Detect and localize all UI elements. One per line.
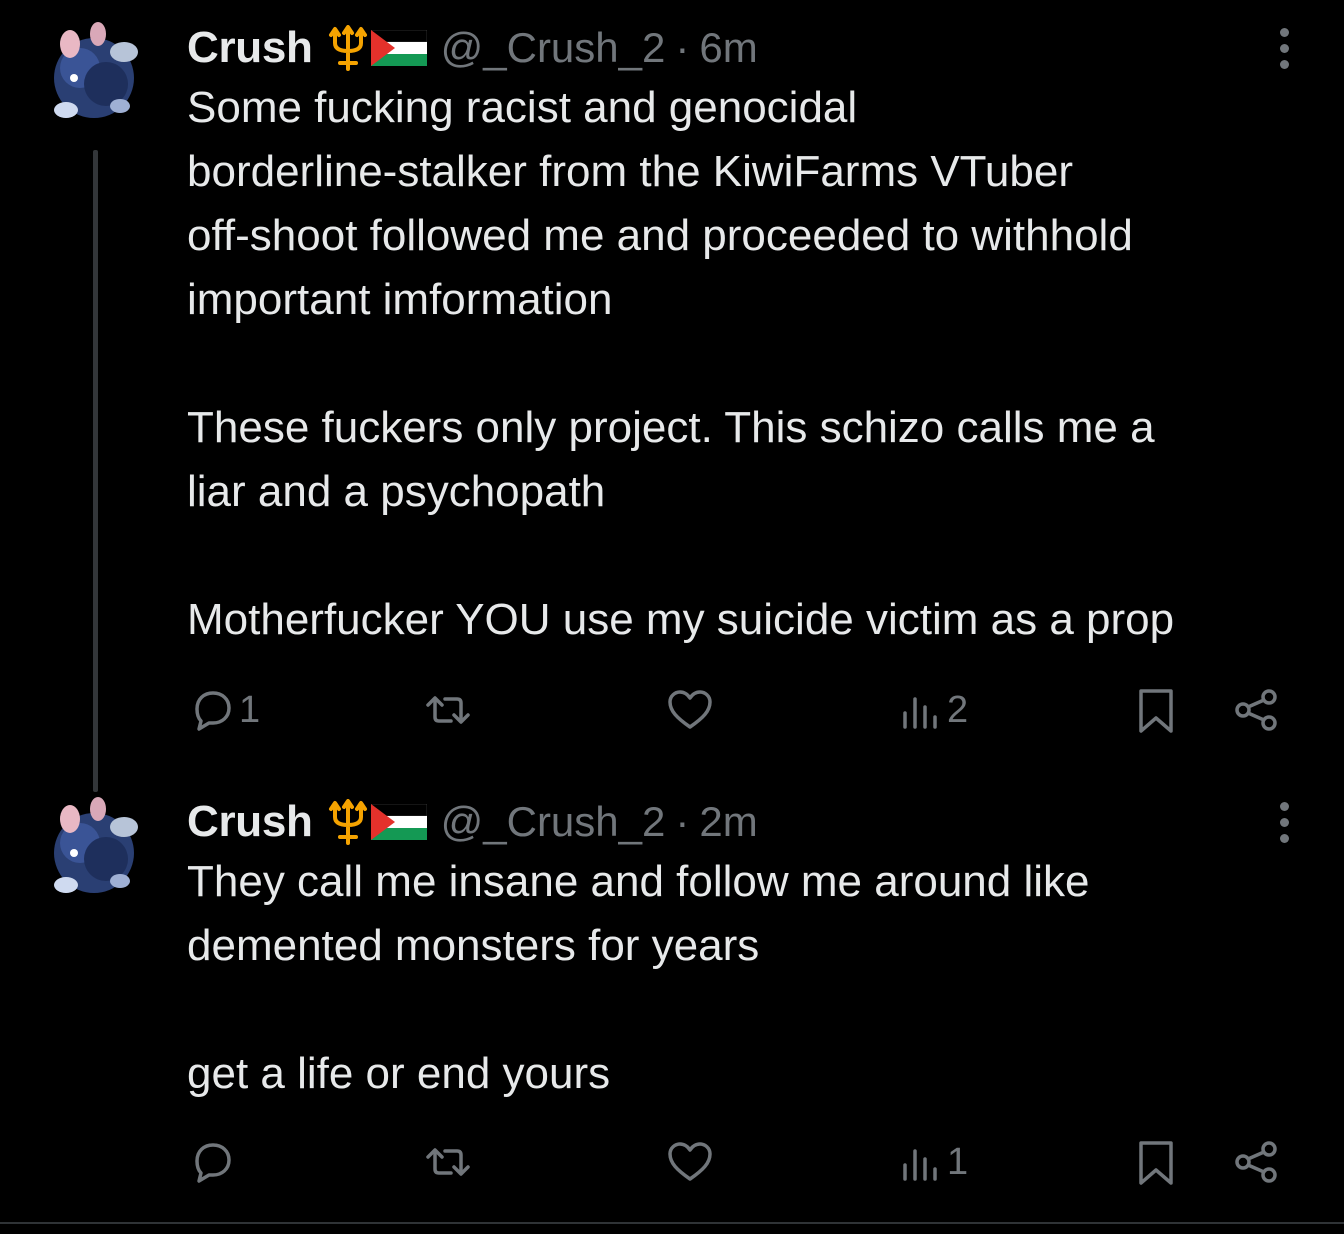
tweet-text: Some fucking racist and genocidal border… [187,83,1175,644]
bookmark-icon [1139,1141,1173,1185]
more-dot-icon [1279,43,1289,53]
action-bar: 1 2 [187,682,1297,738]
more-dot-icon [1279,27,1289,37]
tweet-header: Crush @_Crush_2 · 6m [187,20,758,76]
bookmark-icon [1139,689,1173,733]
reply-icon [195,1143,231,1183]
heart-icon [668,1142,712,1181]
repost-button[interactable] [423,682,473,738]
repost-icon [426,696,470,724]
user-handle[interactable]: @_Crush_2 [441,24,666,72]
more-dot-icon [1279,801,1289,811]
tweet[interactable]: Crush @_Crush_2 · 6m Some fucking racist… [0,0,1344,792]
more-dot-icon [1279,59,1289,69]
like-button[interactable] [665,1134,715,1190]
trident-emoji-icon [327,25,369,71]
more-dot-icon [1279,817,1289,827]
palestine-flag-icon [370,804,427,840]
display-name[interactable]: Crush [187,797,313,847]
share-button[interactable] [1231,682,1281,738]
reply-button[interactable] [187,1134,239,1190]
share-button[interactable] [1231,1134,1281,1190]
bookmark-button[interactable] [1131,682,1181,738]
views-button[interactable]: 2 [895,682,968,738]
display-name[interactable]: Crush [187,23,313,73]
tweet-header: Crush @_Crush_2 · 2m [187,794,758,850]
tweet[interactable]: Crush @_Crush_2 · 2m They call me insane… [0,770,1344,1222]
views-icon [903,697,937,729]
timestamp[interactable]: 6m [699,24,757,72]
separator-dot: · [675,24,690,71]
views-count: 1 [947,1140,969,1183]
timestamp[interactable]: 2m [699,798,757,846]
bookmark-button[interactable] [1131,1134,1181,1190]
tweet-text: They call me insane and follow me around… [187,857,1090,1098]
thread-line [93,150,98,792]
heart-icon [668,690,712,729]
action-bar: 1 [187,1134,1297,1190]
more-dot-icon [1279,833,1289,843]
views-count: 2 [947,688,969,731]
reply-button[interactable]: 1 [187,682,260,738]
avatar[interactable] [40,22,148,130]
like-button[interactable] [665,682,715,738]
reply-count: 1 [239,688,261,731]
user-handle[interactable]: @_Crush_2 [441,798,666,846]
views-icon [903,1149,937,1181]
more-options-button[interactable] [1262,792,1306,852]
views-button[interactable]: 1 [895,1134,968,1190]
reply-icon [195,691,231,731]
more-options-button[interactable] [1262,18,1306,78]
repost-icon [426,1148,470,1176]
repost-button[interactable] [423,1134,473,1190]
share-icon [1235,689,1277,731]
separator-dot: · [675,798,690,845]
bottom-divider [0,1222,1344,1224]
trident-emoji-icon [327,799,369,845]
avatar[interactable] [40,797,148,905]
palestine-flag-icon [370,30,427,66]
share-icon [1235,1141,1277,1183]
